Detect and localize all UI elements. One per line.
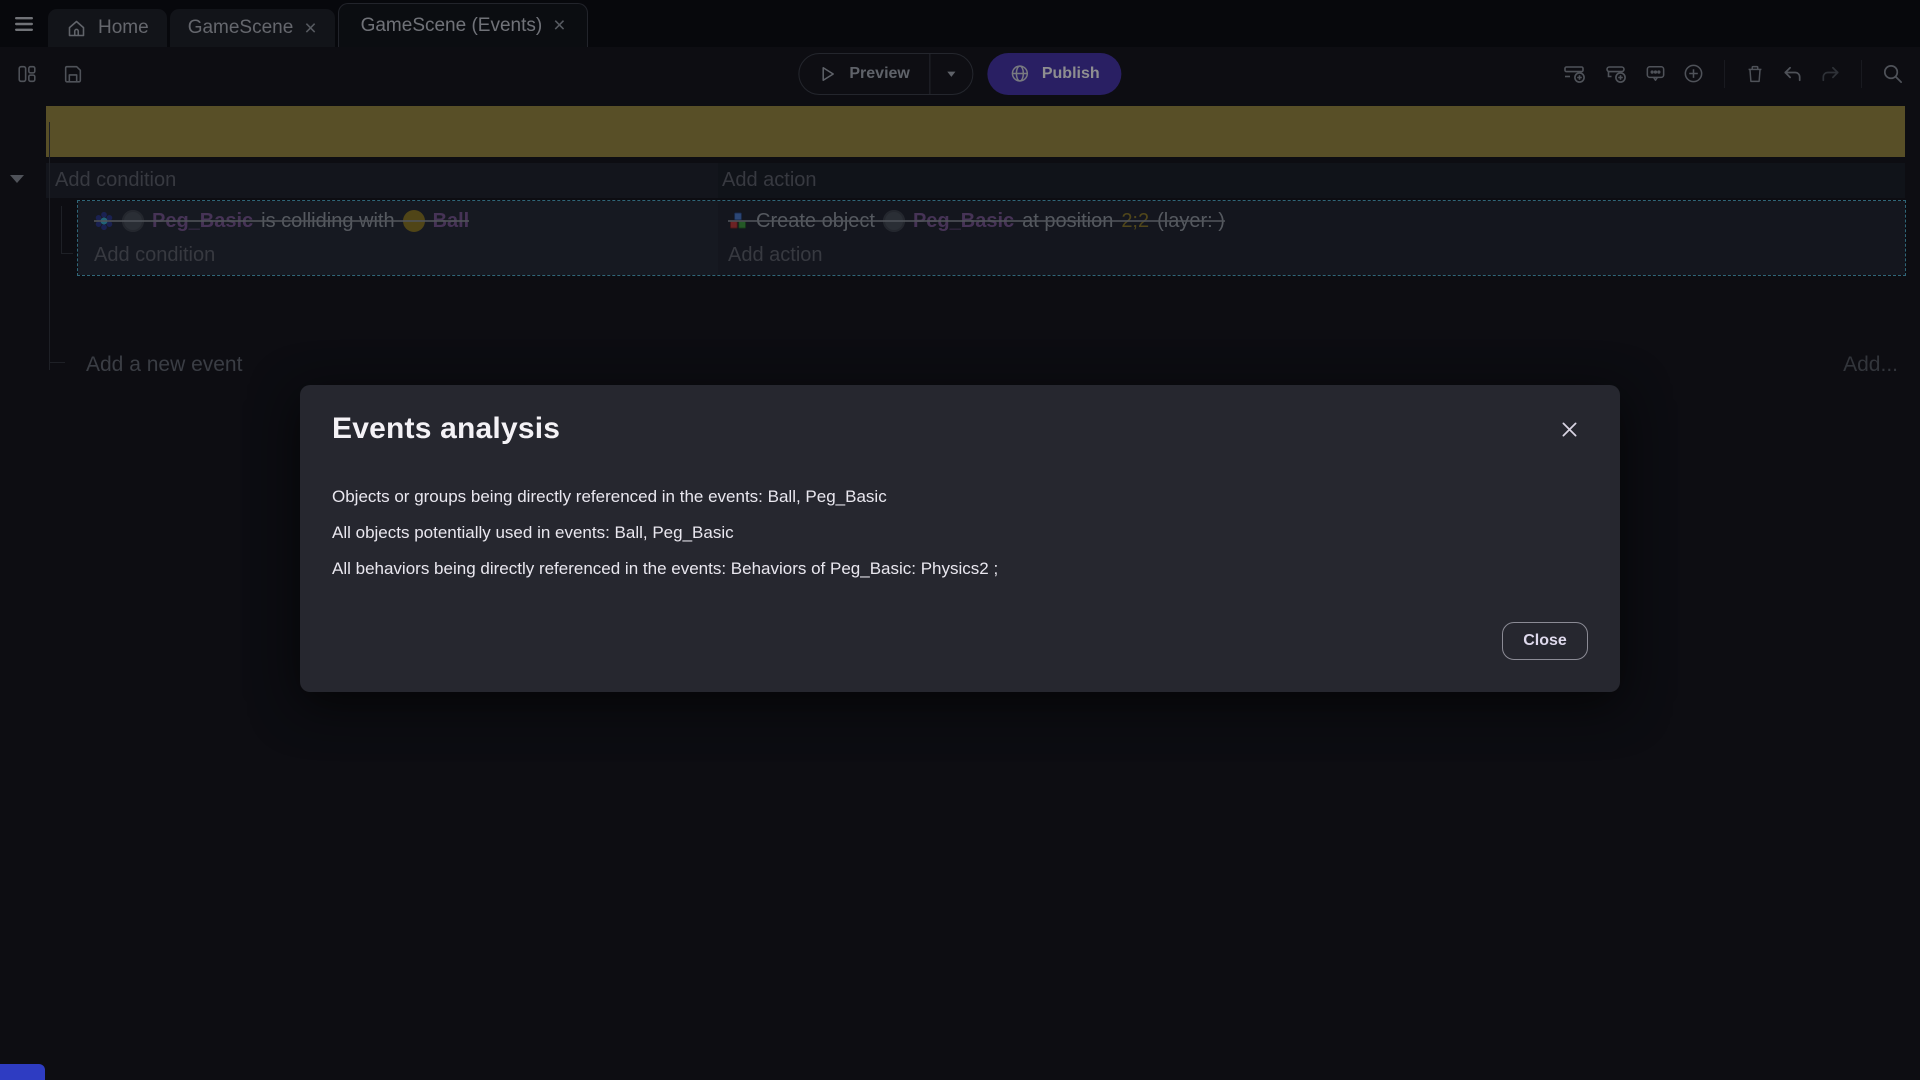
- dialog-title: Events analysis: [332, 412, 1588, 446]
- dialog-close-button[interactable]: [1555, 415, 1584, 444]
- analysis-line: All objects potentially used in events: …: [332, 515, 1588, 551]
- close-icon: [1559, 419, 1580, 440]
- dialog-body: Objects or groups being directly referen…: [332, 479, 1588, 587]
- events-analysis-dialog: Events analysis Objects or groups being …: [300, 385, 1620, 692]
- bottom-corner-widget[interactable]: [0, 1064, 45, 1080]
- analysis-line: Objects or groups being directly referen…: [332, 479, 1588, 515]
- analysis-line: All behaviors being directly referenced …: [332, 551, 1588, 587]
- close-button[interactable]: Close: [1502, 622, 1588, 660]
